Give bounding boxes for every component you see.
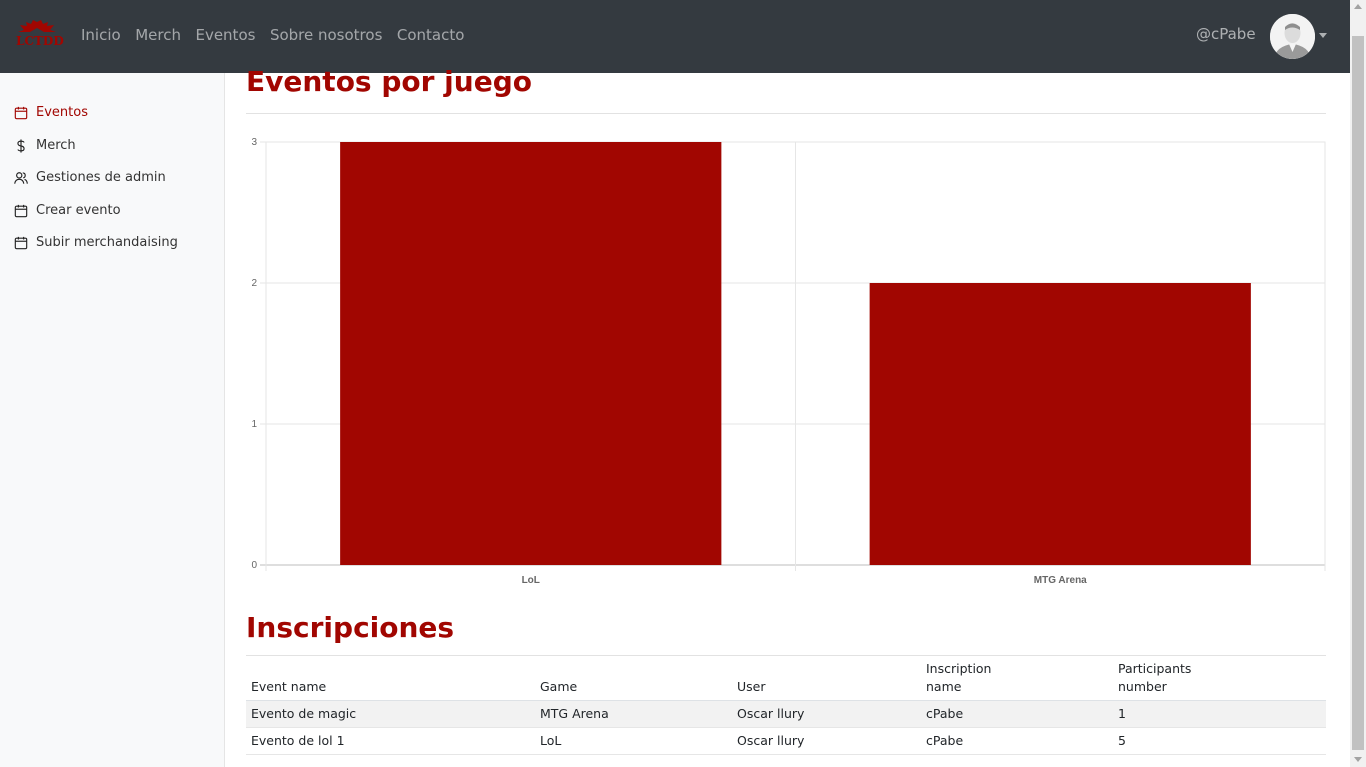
cell-user: Oscar llury (732, 727, 921, 755)
nav-links: Inicio Merch Eventos Sobre nosotros Cont… (81, 26, 479, 44)
cell-event-name: Evento de lol 1 (246, 727, 535, 755)
user-avatar[interactable] (1270, 14, 1315, 59)
calendar-icon (14, 236, 28, 249)
cell-game: MTG Arena (535, 700, 732, 728)
inscriptions-table: Event name Game User Inscription name Pa… (246, 656, 1326, 755)
cell-game: LoL (535, 727, 732, 755)
scrollbar-thumb[interactable] (1352, 36, 1364, 750)
cell-user: Oscar llury (732, 700, 921, 728)
top-navbar: LCTDD Inicio Merch Eventos Sobre nosotro… (0, 0, 1350, 73)
sidebar-item-label: Gestiones de admin (36, 170, 166, 185)
user-avatar-icon (1270, 14, 1315, 59)
brand-logo[interactable]: LCTDD (14, 18, 64, 52)
cell-inscription-name: cPabe (921, 700, 1113, 728)
sidebar-item-gestiones-admin[interactable]: Gestiones de admin (14, 170, 166, 185)
sidebar-item-label: Subir merchandaising (36, 235, 178, 250)
col-header-game[interactable]: Game (535, 656, 732, 701)
divider (246, 113, 1326, 114)
sidebar-item-label: Eventos (36, 105, 88, 120)
cell-event-name: Evento de magic (246, 700, 535, 728)
bar-chart-svg: 0 1 2 3 LoL MTG Arena (251, 137, 1326, 586)
sidebar-item-label: Merch (36, 138, 76, 153)
table-row[interactable]: Evento de lol 1 LoL Oscar llury cPabe 5 (246, 727, 1326, 755)
nav-link-inicio[interactable]: Inicio (81, 26, 121, 44)
nav-link-sobre-nosotros[interactable]: Sobre nosotros (270, 26, 382, 44)
col-header-user[interactable]: User (732, 656, 921, 701)
sidebar-item-subir-merchandaising[interactable]: Subir merchandaising (14, 235, 178, 250)
scroll-up-arrow-icon[interactable] (1354, 4, 1362, 9)
y-tick-label: 2 (251, 278, 257, 289)
col-header-participants-number[interactable]: Participants number (1113, 656, 1326, 701)
scroll-down-arrow-icon[interactable] (1354, 757, 1362, 762)
sidebar-item-merch[interactable]: Merch (14, 138, 76, 153)
table-row[interactable]: Evento de magic MTG Arena Oscar llury cP… (246, 700, 1326, 728)
bar (340, 142, 722, 565)
inscriptions-title: Inscripciones (246, 611, 455, 644)
nav-link-contacto[interactable]: Contacto (397, 26, 465, 44)
bar (869, 283, 1251, 565)
brand-logo-text: LCTDD (16, 34, 64, 48)
col-header-inscription-name[interactable]: Inscription name (921, 656, 1113, 701)
calendar-icon (14, 204, 28, 217)
users-icon (14, 171, 28, 184)
sidebar-item-crear-evento[interactable]: Crear evento (14, 203, 121, 218)
nav-link-merch[interactable]: Merch (135, 26, 181, 44)
x-tick-label: MTG Arena (1034, 575, 1087, 586)
table-header-row: Event name Game User Inscription name Pa… (246, 656, 1326, 701)
calendar-icon (14, 106, 28, 119)
cell-inscription-name: cPabe (921, 727, 1113, 755)
y-tick-label: 3 (251, 137, 257, 148)
cell-participants-number: 1 (1113, 700, 1326, 728)
user-handle[interactable]: @cPabe (1196, 25, 1256, 43)
col-header-event-name[interactable]: Event name (246, 656, 535, 701)
dollar-icon (17, 138, 25, 153)
sidebar: Eventos Merch Gestiones de admin Crear e… (0, 73, 225, 767)
y-tick-label: 0 (251, 560, 257, 571)
sidebar-item-eventos[interactable]: Eventos (14, 105, 88, 120)
events-by-game-chart: 0 1 2 3 LoL MTG Arena (246, 133, 1328, 593)
nav-link-eventos[interactable]: Eventos (195, 26, 255, 44)
user-menu-caret-icon[interactable] (1319, 33, 1327, 38)
events-chart-title: Eventos por juego (246, 65, 532, 98)
sidebar-item-label: Crear evento (36, 203, 121, 218)
y-tick-label: 1 (251, 419, 257, 430)
x-tick-label: LoL (522, 575, 540, 586)
bat-logo-icon (18, 20, 56, 32)
cell-participants-number: 5 (1113, 727, 1326, 755)
